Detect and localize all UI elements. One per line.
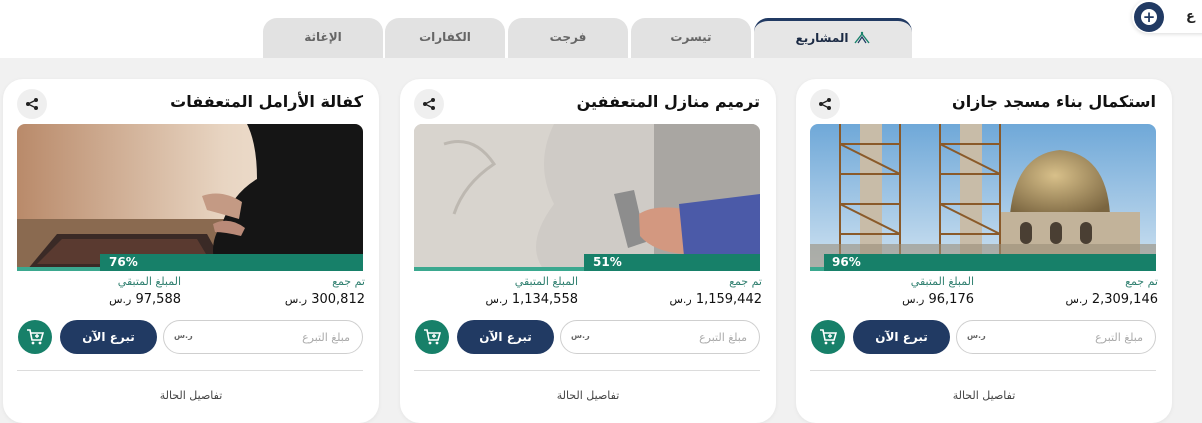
progress-bar: 51% [414,254,760,271]
donate-now-button[interactable]: تبرع الآن [60,320,157,354]
remaining-value: 96,176 ر.س [902,292,974,307]
currency-tag: ر.س [571,331,590,340]
card-title: استكمال بناء مسجد جازان [952,92,1156,111]
collected-value: 2,309,146 ر.س [1065,292,1158,307]
divider [810,370,1156,371]
project-image [810,124,1156,270]
add-to-cart-button[interactable] [415,320,449,354]
progress-percent: 51% [593,255,622,269]
progress-percent: 96% [832,255,861,269]
project-card-mosque: استكمال بناء مسجد جازان 96% تم جمع 2,309… [796,79,1172,423]
tab-label: فرجت [549,29,587,44]
add-to-cart-button[interactable] [811,320,845,354]
donation-amount-input[interactable] [956,320,1156,354]
share-icon [423,98,435,110]
add-button[interactable]: + [1134,2,1164,32]
donation-amount-input[interactable] [163,320,363,354]
case-details-link[interactable]: تفاصيل الحالة [3,389,379,402]
share-button[interactable] [414,89,444,119]
tab-tayassarat[interactable]: تيسرت [631,18,751,58]
project-image [17,124,363,270]
currency-tag: ر.س [174,331,193,340]
tab-label: الإغاثة [304,29,342,44]
remaining-value: 97,588 ر.س [109,292,181,307]
plus-icon: + [1141,8,1157,26]
progress-bar: 76% [17,254,363,271]
case-details-link[interactable]: تفاصيل الحالة [796,389,1172,402]
project-card-widows: كفالة الأرامل المتعففات 76% تم جمع 300,8… [3,79,379,423]
collected-value: 300,812 ر.س [284,292,365,307]
currency-tag: ر.س [967,331,986,340]
tab-label: المشاريع [795,31,849,45]
remaining-label: المبلغ المتبقي [514,275,578,288]
card-title: كفالة الأرامل المتعففات [170,92,363,111]
top-bar: + ع الإغاثة الكفارات فرجت تيسرت المشاريع [0,0,1202,58]
cart-plus-icon [820,329,837,345]
tab-ighatha[interactable]: الإغاثة [263,18,383,58]
collected-label: تم جمع [1125,275,1158,288]
divider [414,370,760,371]
collected-value: 1,159,442 ر.س [669,292,762,307]
progress-bar: 96% [810,254,1156,271]
tab-label: الكفارات [419,29,471,44]
donate-now-button[interactable]: تبرع الآن [853,320,950,354]
card-title: ترميم منازل المتعففين [576,92,760,111]
collected-label: تم جمع [729,275,762,288]
project-card-homes: ترميم منازل المتعففين 51% تم جمع 1,159,4… [400,79,776,423]
cart-plus-icon [27,329,44,345]
share-button[interactable] [17,89,47,119]
project-image [414,124,760,270]
ornament-icon [853,31,870,44]
donate-now-button[interactable]: تبرع الآن [457,320,554,354]
share-icon [26,98,38,110]
remaining-label: المبلغ المتبقي [910,275,974,288]
add-label: ع [1186,9,1195,24]
progress-percent: 76% [109,255,138,269]
tab-projects[interactable]: المشاريع [754,18,912,58]
case-details-link[interactable]: تفاصيل الحالة [400,389,776,402]
tab-kaffarat[interactable]: الكفارات [385,18,505,58]
tab-farajat[interactable]: فرجت [508,18,628,58]
tab-label: تيسرت [670,29,712,44]
collected-label: تم جمع [332,275,365,288]
category-tabs: الإغاثة الكفارات فرجت تيسرت المشاريع [263,18,913,58]
remaining-value: 1,134,558 ر.س [485,292,578,307]
cart-plus-icon [424,329,441,345]
donation-amount-input[interactable] [560,320,760,354]
add-to-cart-button[interactable] [18,320,52,354]
share-button[interactable] [810,89,840,119]
divider [17,370,363,371]
share-icon [819,98,831,110]
remaining-label: المبلغ المتبقي [117,275,181,288]
